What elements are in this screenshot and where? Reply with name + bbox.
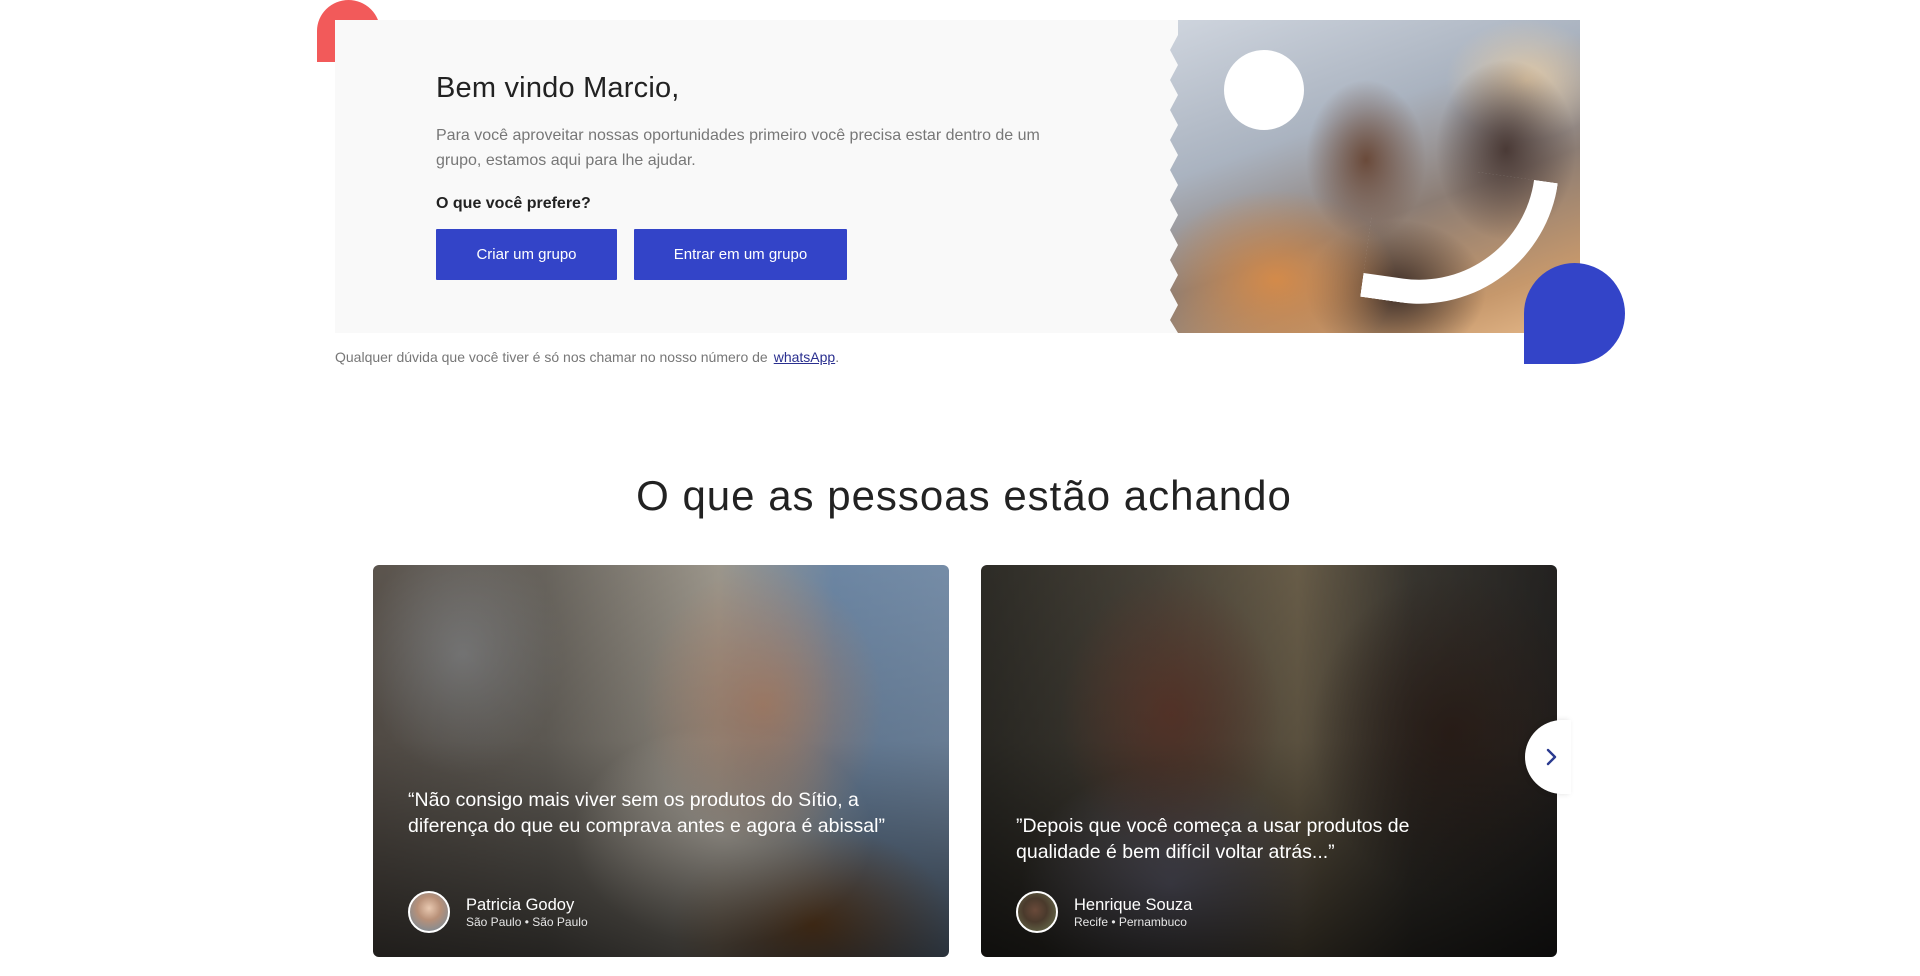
decorative-circle bbox=[1224, 50, 1304, 130]
avatar bbox=[1016, 891, 1058, 933]
testimonial-quote: ”Depois que você começa a usar produtos … bbox=[1016, 815, 1410, 863]
welcome-question: O que você prefere? bbox=[436, 195, 591, 212]
welcome-photo bbox=[1170, 20, 1580, 333]
testimonials-title: O que as pessoas estão achando bbox=[636, 472, 1292, 519]
author-location: São Paulo • São Paulo bbox=[466, 914, 588, 929]
decorative-shape-blue bbox=[1524, 263, 1625, 364]
welcome-description: Para você aproveitar nossas oportunidade… bbox=[436, 127, 1040, 169]
author-info: Patricia Godoy São Paulo • São Paulo bbox=[466, 896, 588, 929]
testimonial-author: Henrique Souza Recife • Pernambuco bbox=[1016, 891, 1192, 933]
help-text: Qualquer dúvida que você tiver é só nos … bbox=[335, 349, 839, 365]
testimonial-card: ”Depois que você começa a usar produtos … bbox=[981, 565, 1557, 957]
testimonial-card: “Não consigo mais viver sem os produtos … bbox=[373, 565, 949, 957]
testimonial-quote: “Não consigo mais viver sem os produtos … bbox=[408, 789, 885, 837]
create-group-button[interactable]: Criar um grupo bbox=[436, 229, 617, 280]
whatsapp-link[interactable]: whatsApp bbox=[774, 349, 835, 365]
welcome-actions: Criar um grupo Entrar em um grupo bbox=[436, 229, 1056, 280]
author-location: Recife • Pernambuco bbox=[1074, 914, 1187, 929]
help-text-suffix: . bbox=[835, 349, 840, 365]
testimonial-author: Patricia Godoy São Paulo • São Paulo bbox=[408, 891, 588, 933]
join-group-button[interactable]: Entrar em um grupo bbox=[634, 229, 847, 280]
welcome-title: Bem vindo Marcio, bbox=[436, 72, 680, 104]
author-name: Henrique Souza bbox=[1074, 895, 1193, 914]
welcome-content: Bem vindo Marcio, Para você aproveitar n… bbox=[436, 72, 1056, 280]
avatar bbox=[408, 891, 450, 933]
help-text-label: Qualquer dúvida que você tiver é só nos … bbox=[335, 349, 768, 365]
author-name: Patricia Godoy bbox=[466, 895, 575, 914]
chevron-right-icon bbox=[1546, 748, 1557, 766]
author-info: Henrique Souza Recife • Pernambuco bbox=[1074, 896, 1192, 929]
